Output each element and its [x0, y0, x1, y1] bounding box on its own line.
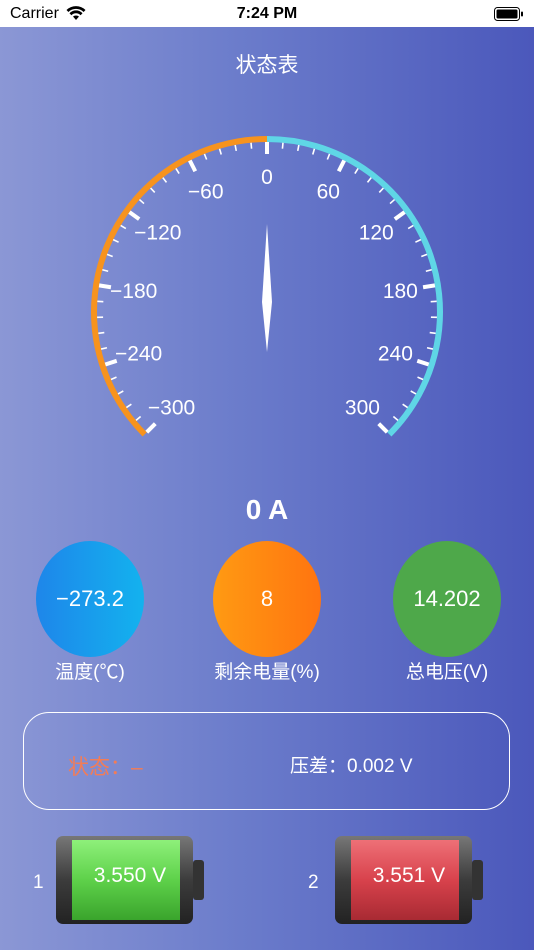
gauge-minor-tick [250, 142, 253, 149]
gauge-minor-tick [120, 224, 127, 230]
gauge-minor-tick [135, 415, 142, 421]
cell-index-2: 2 [308, 872, 319, 893]
main-panel: 状态表 −300 −240 −180 −120 −60 0 60 120 180 240 300 0… [0, 27, 534, 950]
temperature-value: −273.2 [56, 586, 124, 611]
gauge-major-tick [188, 159, 198, 173]
battery-icon [494, 7, 523, 21]
total-voltage-value: 14.202 [413, 586, 481, 611]
gauge-minor-tick [421, 253, 428, 258]
gauge-minor-tick [281, 142, 284, 149]
gauge-minor-tick [110, 376, 117, 381]
current-reading: 0 A [245, 494, 289, 525]
remaining-charge-circle: 8 [213, 541, 321, 657]
gauge-minor-tick [326, 153, 331, 160]
gauge-minor-tick [426, 346, 434, 350]
gauge-minor-tick [402, 403, 409, 409]
gauge-minor-tick [100, 346, 108, 350]
gauge-minor-tick [366, 177, 372, 183]
gauge-minor-tick [311, 148, 316, 155]
gauge-minor-tick [354, 168, 359, 174]
temperature-label: 温度(℃) [55, 662, 125, 683]
gauge-minor-tick [415, 238, 422, 243]
gauge-major-tick [128, 210, 141, 221]
gauge-tick-label: −240 [115, 343, 162, 366]
gauge-minor-tick [407, 224, 414, 230]
gauge-minor-tick [125, 403, 132, 409]
gauge-minor-tick [425, 268, 432, 272]
total-voltage-label: 总电压(V) [405, 662, 489, 683]
gauge-major-tick [336, 159, 346, 173]
gauge-tick-label: 120 [359, 222, 394, 245]
gauge-minor-tick [175, 168, 180, 174]
gauge-minor-tick [417, 376, 424, 381]
gauge-tick-label: −300 [148, 396, 195, 419]
gauge-major-tick [145, 422, 157, 434]
gauge-minor-tick [378, 187, 384, 193]
gauge-tick-label: 300 [345, 396, 380, 419]
gauge-minor-tick [410, 390, 417, 395]
gauge-minor-tick [138, 198, 145, 205]
temperature-circle: −273.2 [36, 541, 144, 657]
total-voltage-circle: 14.202 [393, 541, 501, 657]
gauge-tick-label: −180 [110, 280, 157, 303]
gauge-minor-tick [203, 153, 208, 160]
gauge-minor-tick [296, 144, 300, 152]
gauge-minor-tick [162, 177, 168, 183]
gauge-minor-tick [218, 148, 223, 155]
gauge-minor-tick [106, 253, 113, 258]
gauge-tick-label: 240 [378, 343, 413, 366]
gauge-tick-label: −120 [134, 222, 181, 245]
cell-index-1: 1 [33, 872, 44, 893]
gauge-tick-label: 180 [383, 280, 418, 303]
gauge-tick-label: 0 [261, 166, 273, 189]
gauge-needle [262, 224, 272, 352]
remaining-charge-label: 剩余电量(%) [214, 662, 320, 683]
pressure-diff-label: 压差：0.002 V [290, 756, 413, 777]
remaining-charge-value: 8 [260, 586, 274, 611]
gauge-major-tick [393, 210, 406, 221]
gauge-minor-tick [117, 390, 124, 395]
cell-battery-2: 3.551 V [335, 836, 483, 924]
gauge-tick-label: 60 [317, 181, 340, 204]
cell-voltage-2: 3.551 V [372, 864, 446, 887]
gauge-minor-tick [389, 198, 396, 205]
gauge-minor-tick [429, 331, 436, 335]
gauge-minor-tick [112, 238, 119, 243]
gauge-minor-tick [98, 331, 105, 335]
status-bar: Carrier 7:24 PM [0, 0, 534, 27]
gauge-minor-tick [234, 144, 238, 152]
status-label: 状态：– [68, 756, 143, 779]
gauge-major-tick [422, 283, 436, 290]
gauge-tick-label: −60 [188, 181, 224, 204]
cell-voltage-1: 3.550 V [93, 864, 167, 887]
current-gauge: −300 −240 −180 −120 −60 0 60 120 180 240 300 [91, 136, 443, 437]
gauge-major-tick [377, 422, 389, 434]
gauge-minor-tick [150, 187, 156, 193]
gauge-major-tick [416, 358, 430, 367]
clock: 7:24 PM [236, 5, 298, 22]
gauge-minor-tick [392, 415, 399, 421]
status-panel: 状态：– 压差：0.002 V [23, 712, 510, 810]
cell-battery-1: 3.550 V [56, 836, 204, 924]
gauge-minor-tick [102, 268, 109, 272]
